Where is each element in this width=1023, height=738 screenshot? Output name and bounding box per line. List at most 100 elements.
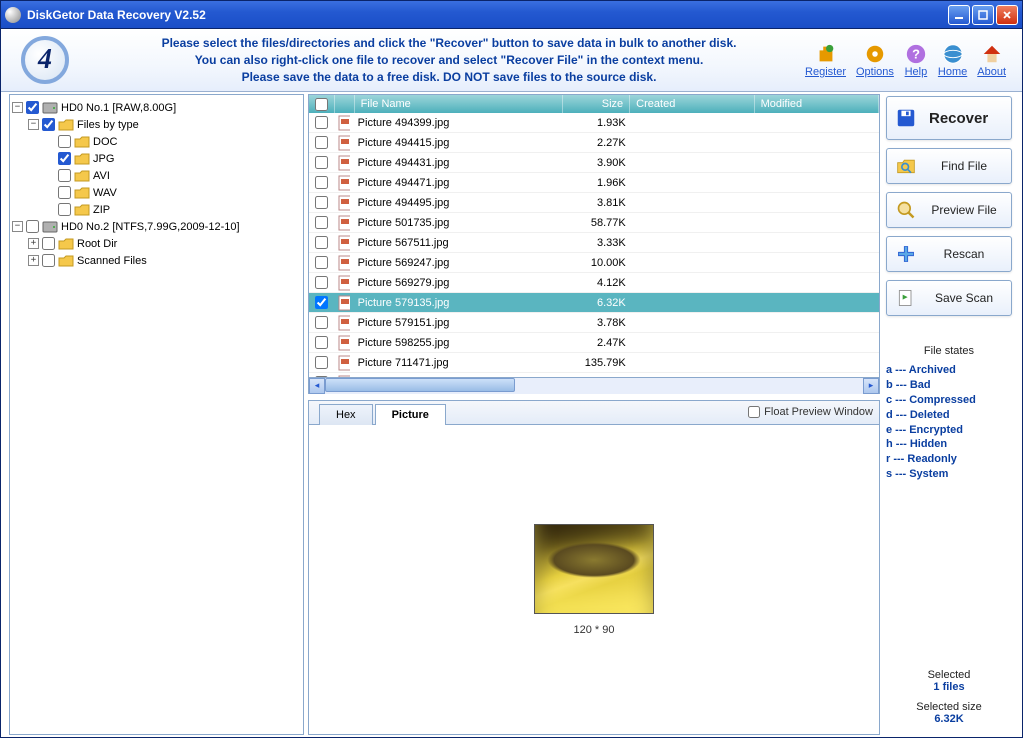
folder-icon xyxy=(74,169,90,183)
tree-checkbox[interactable] xyxy=(58,169,71,182)
row-checkbox[interactable] xyxy=(315,316,328,329)
file-row[interactable]: Picture 711471.jpg135.79K xyxy=(309,353,879,373)
file-list-body[interactable]: Picture 494399.jpg1.93KPicture 494415.jp… xyxy=(309,113,879,377)
disk-icon xyxy=(42,101,58,115)
about-link[interactable]: About xyxy=(977,42,1006,78)
scroll-thumb[interactable] xyxy=(325,378,515,392)
state-bad: b --- Bad xyxy=(886,378,1012,393)
folder-icon xyxy=(74,186,90,200)
tree-files-by-type[interactable]: − Files by type xyxy=(12,116,301,133)
preview-dimensions: 120 * 90 xyxy=(574,624,615,636)
file-row[interactable]: Picture 494431.jpg3.90K xyxy=(309,153,879,173)
file-row[interactable]: Picture 494495.jpg3.81K xyxy=(309,193,879,213)
row-checkbox[interactable] xyxy=(315,296,328,309)
rescan-button[interactable]: Rescan xyxy=(886,236,1012,272)
tree-checkbox[interactable] xyxy=(42,254,55,267)
tree-type-item[interactable]: ZIP xyxy=(12,201,301,218)
file-icon xyxy=(334,275,353,291)
scroll-right-button[interactable]: ▸ xyxy=(863,378,879,394)
tab-hex[interactable]: Hex xyxy=(319,404,373,425)
row-checkbox[interactable] xyxy=(315,156,328,169)
tree-folder-item[interactable]: +Root Dir xyxy=(12,235,301,252)
file-icon xyxy=(334,355,353,371)
row-checkbox[interactable] xyxy=(315,336,328,349)
row-checkbox[interactable] xyxy=(315,356,328,369)
tree-checkbox[interactable] xyxy=(58,152,71,165)
tree-checkbox[interactable] xyxy=(26,220,39,233)
file-list-header[interactable]: File Name Size Created Modified xyxy=(309,95,879,113)
file-row[interactable]: Picture 579151.jpg3.78K xyxy=(309,313,879,333)
header-name[interactable]: File Name xyxy=(355,95,563,113)
maximize-button[interactable] xyxy=(972,5,994,25)
tree-label: AVI xyxy=(93,170,110,182)
tree-checkbox[interactable] xyxy=(26,101,39,114)
float-preview-checkbox[interactable] xyxy=(748,406,760,418)
tree-panel[interactable]: − HD0 No.1 [RAW,8.00G] − File xyxy=(9,94,304,735)
collapse-icon[interactable]: − xyxy=(28,119,39,130)
rescan-label: Rescan xyxy=(925,247,1003,261)
header-created[interactable]: Created xyxy=(630,95,754,113)
close-button[interactable] xyxy=(996,5,1018,25)
row-checkbox[interactable] xyxy=(315,136,328,149)
tab-picture[interactable]: Picture xyxy=(375,404,446,425)
tree-checkbox[interactable] xyxy=(58,186,71,199)
recover-button[interactable]: Recover xyxy=(886,96,1012,140)
tree-disk2[interactable]: − HD0 No.2 [NTFS,7.99G,2009-12-10] xyxy=(12,218,301,235)
tree-folder-item[interactable]: +Scanned Files xyxy=(12,252,301,269)
tree-type-item[interactable]: WAV xyxy=(12,184,301,201)
collapse-icon[interactable]: − xyxy=(12,221,23,232)
file-row[interactable]: Picture 598255.jpg2.47K xyxy=(309,333,879,353)
tree-disk1[interactable]: − HD0 No.1 [RAW,8.00G] xyxy=(12,99,301,116)
row-checkbox[interactable] xyxy=(315,176,328,189)
register-link[interactable]: Register xyxy=(805,42,846,78)
file-size: 1.93K xyxy=(562,117,629,129)
row-checkbox[interactable] xyxy=(315,216,328,229)
header-checkbox-col[interactable] xyxy=(309,95,335,113)
tree-type-item[interactable]: JPG xyxy=(12,150,301,167)
expand-icon[interactable]: + xyxy=(28,255,39,266)
file-icon xyxy=(334,255,353,271)
collapse-icon[interactable]: − xyxy=(12,102,23,113)
row-checkbox[interactable] xyxy=(315,116,328,129)
file-row[interactable]: Picture 579135.jpg6.32K xyxy=(309,293,879,313)
folder-icon xyxy=(58,118,74,132)
disk-icon xyxy=(42,220,58,234)
file-icon xyxy=(334,295,353,311)
file-row[interactable]: Picture 501735.jpg58.77K xyxy=(309,213,879,233)
tree-checkbox[interactable] xyxy=(58,203,71,216)
scroll-left-button[interactable]: ◂ xyxy=(309,378,325,394)
save-scan-button[interactable]: Save Scan xyxy=(886,280,1012,316)
home-link[interactable]: Home xyxy=(938,42,967,78)
file-row[interactable]: Picture 494399.jpg1.93K xyxy=(309,113,879,133)
minimize-button[interactable] xyxy=(948,5,970,25)
horizontal-scrollbar[interactable]: ◂ ▸ xyxy=(309,377,879,393)
tree-checkbox[interactable] xyxy=(42,237,55,250)
file-row[interactable]: Picture 567511.jpg3.33K xyxy=(309,233,879,253)
options-link[interactable]: Options xyxy=(856,42,894,78)
file-row[interactable]: Picture 494415.jpg2.27K xyxy=(309,133,879,153)
tree-checkbox[interactable] xyxy=(58,135,71,148)
save-icon xyxy=(895,107,917,129)
row-checkbox[interactable] xyxy=(315,276,328,289)
scroll-track[interactable] xyxy=(325,378,863,394)
header-modified[interactable]: Modified xyxy=(755,95,879,113)
file-row[interactable]: Picture 569247.jpg10.00K xyxy=(309,253,879,273)
row-checkbox[interactable] xyxy=(315,256,328,269)
file-name: Picture 598255.jpg xyxy=(354,337,563,349)
tree-type-item[interactable]: DOC xyxy=(12,133,301,150)
file-row[interactable]: Picture 494471.jpg1.96K xyxy=(309,173,879,193)
row-checkbox[interactable] xyxy=(315,196,328,209)
tree-type-item[interactable]: AVI xyxy=(12,167,301,184)
float-preview-toggle[interactable]: Float Preview Window xyxy=(748,406,873,422)
preview-file-button[interactable]: Preview File xyxy=(886,192,1012,228)
expand-icon[interactable]: + xyxy=(28,238,39,249)
help-link[interactable]: ? Help xyxy=(904,42,928,78)
select-all-checkbox[interactable] xyxy=(315,98,328,111)
file-row[interactable]: Picture 569279.jpg4.12K xyxy=(309,273,879,293)
file-name: Picture 494431.jpg xyxy=(354,157,563,169)
find-file-button[interactable]: Find File xyxy=(886,148,1012,184)
state-hidden: h --- Hidden xyxy=(886,437,1012,452)
row-checkbox[interactable] xyxy=(315,236,328,249)
tree-checkbox[interactable] xyxy=(42,118,55,131)
header-size[interactable]: Size xyxy=(563,95,630,113)
